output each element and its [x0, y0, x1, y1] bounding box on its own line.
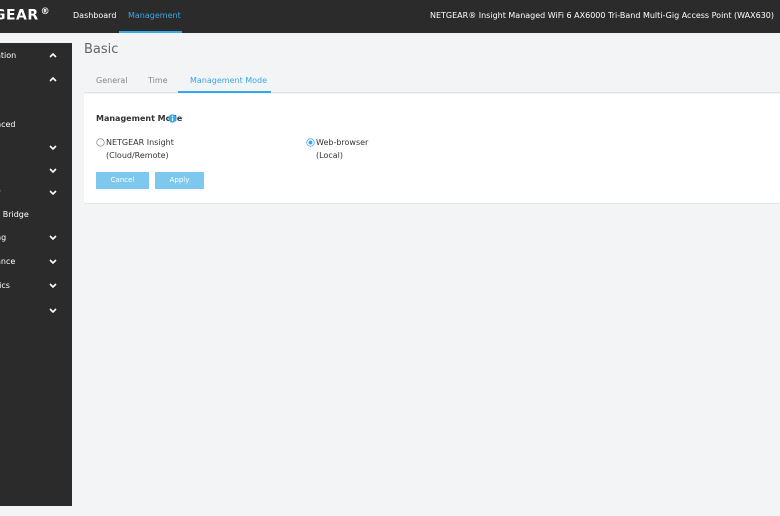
sidebar-item-group-2[interactable] [0, 305, 72, 319]
apply-button[interactable]: Apply [155, 172, 204, 189]
nav-dashboard[interactable]: Dashboard [73, 11, 116, 20]
chevron-down-icon [49, 145, 57, 151]
sidebar-item-group-1[interactable] [0, 142, 72, 156]
tab-management-mode[interactable]: Management Mode [190, 76, 267, 85]
sidebar: ation c nced s y s Bridge ng ance tics [0, 43, 72, 506]
nav-active-indicator [119, 31, 182, 33]
top-bar: GEAR® Dashboard Management NETGEAR® Insi… [0, 0, 780, 33]
cancel-button[interactable]: Cancel [96, 172, 149, 189]
chevron-down-icon [49, 168, 57, 174]
sidebar-item-label: s Bridge [0, 210, 29, 219]
chevron-down-icon [49, 259, 57, 265]
page-title: Basic [84, 42, 119, 57]
sidebar-item-label: nced [0, 120, 16, 129]
sidebar-item-label: ng [0, 233, 7, 242]
sidebar-item-monitoring[interactable]: ng [0, 232, 72, 246]
radio-label-web-browser: Web-browser [316, 138, 369, 147]
radio-sublabel-local: (Local) [316, 151, 343, 160]
radio-web-browser[interactable] [306, 138, 315, 147]
chevron-down-icon [49, 235, 57, 241]
tab-bar: General Time Management Mode [84, 70, 780, 93]
chevron-up-icon [49, 76, 57, 82]
netgear-logo[interactable]: GEAR® [0, 7, 50, 24]
chevron-up-icon [49, 52, 57, 58]
device-title: NETGEAR® Insight Managed WiFi 6 AX6000 T… [430, 11, 774, 20]
sidebar-item-system[interactable] [0, 74, 72, 88]
radio-netgear-insight[interactable] [96, 138, 105, 147]
chevron-down-icon [49, 190, 57, 196]
management-mode-panel: Management Mode NETGEAR Insight (Cloud/R… [84, 94, 780, 204]
sidebar-item-security[interactable]: y [0, 187, 72, 201]
radio-label-netgear-insight: NETGEAR Insight [106, 138, 174, 147]
sidebar-item-label: tics [0, 281, 10, 290]
sidebar-item-label: y [0, 188, 1, 197]
sidebar-item-diagnostics[interactable]: tics [0, 280, 72, 294]
chevron-down-icon [49, 308, 57, 314]
sidebar-item-label: ance [0, 257, 16, 266]
sidebar-item-basic[interactable]: c [0, 97, 72, 111]
sidebar-item-wireless-bridge[interactable]: s Bridge [0, 209, 72, 223]
sidebar-item-label: ation [0, 51, 17, 60]
radio-sublabel-cloud-remote: (Cloud/Remote) [106, 151, 169, 160]
nav-management[interactable]: Management [128, 11, 181, 20]
sidebar-item-advanced[interactable]: nced [0, 119, 72, 133]
chevron-down-icon [49, 283, 57, 289]
sidebar-item-maintenance[interactable]: ance [0, 256, 72, 270]
tab-time[interactable]: Time [148, 76, 168, 85]
sidebar-item-configuration[interactable]: ation [0, 50, 72, 64]
sidebar-item-wireless-settings[interactable]: s [0, 165, 72, 179]
info-icon[interactable] [168, 114, 177, 123]
tab-active-indicator [178, 91, 271, 93]
tab-general[interactable]: General [96, 76, 128, 85]
